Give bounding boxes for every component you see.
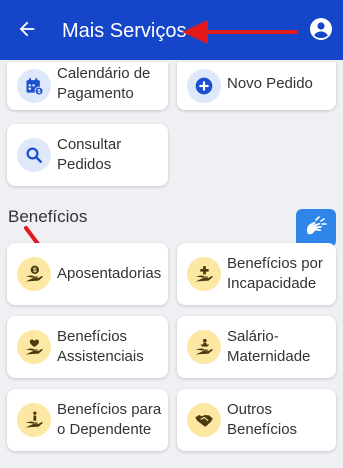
consult-requests-card[interactable]: Consultar Pedidos (7, 124, 168, 186)
calendar-money-icon: $ (17, 69, 51, 103)
hand-baby-icon (187, 330, 221, 364)
consult-requests-label: Consultar Pedidos (57, 136, 122, 173)
benefit-label-assistance: Benefícios Assistenciais (57, 328, 144, 365)
benefit-label-incapacity: Benefícios por Incapacidade (227, 255, 323, 292)
annotation-arrow-title (182, 20, 298, 44)
benefit-card-retirement[interactable]: $ Aposentadorias (7, 243, 168, 305)
benefit-card-dependent[interactable]: Benefícios para o Dependente (7, 389, 168, 451)
svg-text:$: $ (33, 267, 37, 274)
account-circle-icon (310, 18, 332, 40)
hand-heart-icon (17, 330, 51, 364)
hand-coin-icon: $ (17, 257, 51, 291)
benefit-card-others[interactable]: Outros Benefícios (177, 389, 336, 451)
arrow-left-icon (19, 21, 35, 37)
hand-plus-icon (187, 257, 221, 291)
profile-button[interactable] (307, 15, 335, 43)
benefit-label-maternity: Salário-Maternidade (227, 328, 311, 365)
calendar-label: Calendário de Pagamento (57, 65, 151, 102)
benefit-card-maternity[interactable]: Salário-Maternidade (177, 316, 336, 378)
benefit-card-assistance[interactable]: Benefícios Assistenciais (7, 316, 168, 378)
calendar-card[interactable]: $ Calendário de Pagamento (7, 62, 168, 110)
hand-person-icon (17, 403, 51, 437)
plus-circle-icon (187, 69, 221, 103)
sign-language-button[interactable] (296, 209, 336, 247)
benefit-label-retirement: Aposentadorias (57, 265, 162, 282)
new-request-label: Novo Pedido (227, 75, 313, 92)
benefit-label-dependent: Benefícios para o Dependente (57, 401, 162, 438)
benefit-card-incapacity[interactable]: Benefícios por Incapacidade (177, 243, 336, 305)
back-button[interactable] (12, 14, 42, 44)
benefit-label-others: Outros Benefícios (227, 401, 298, 438)
sign-language-icon (306, 216, 327, 235)
handshake-icon (187, 403, 221, 437)
new-request-card[interactable]: Novo Pedido (177, 62, 336, 110)
search-icon (17, 138, 51, 172)
page-title: Mais Serviços (62, 20, 187, 42)
